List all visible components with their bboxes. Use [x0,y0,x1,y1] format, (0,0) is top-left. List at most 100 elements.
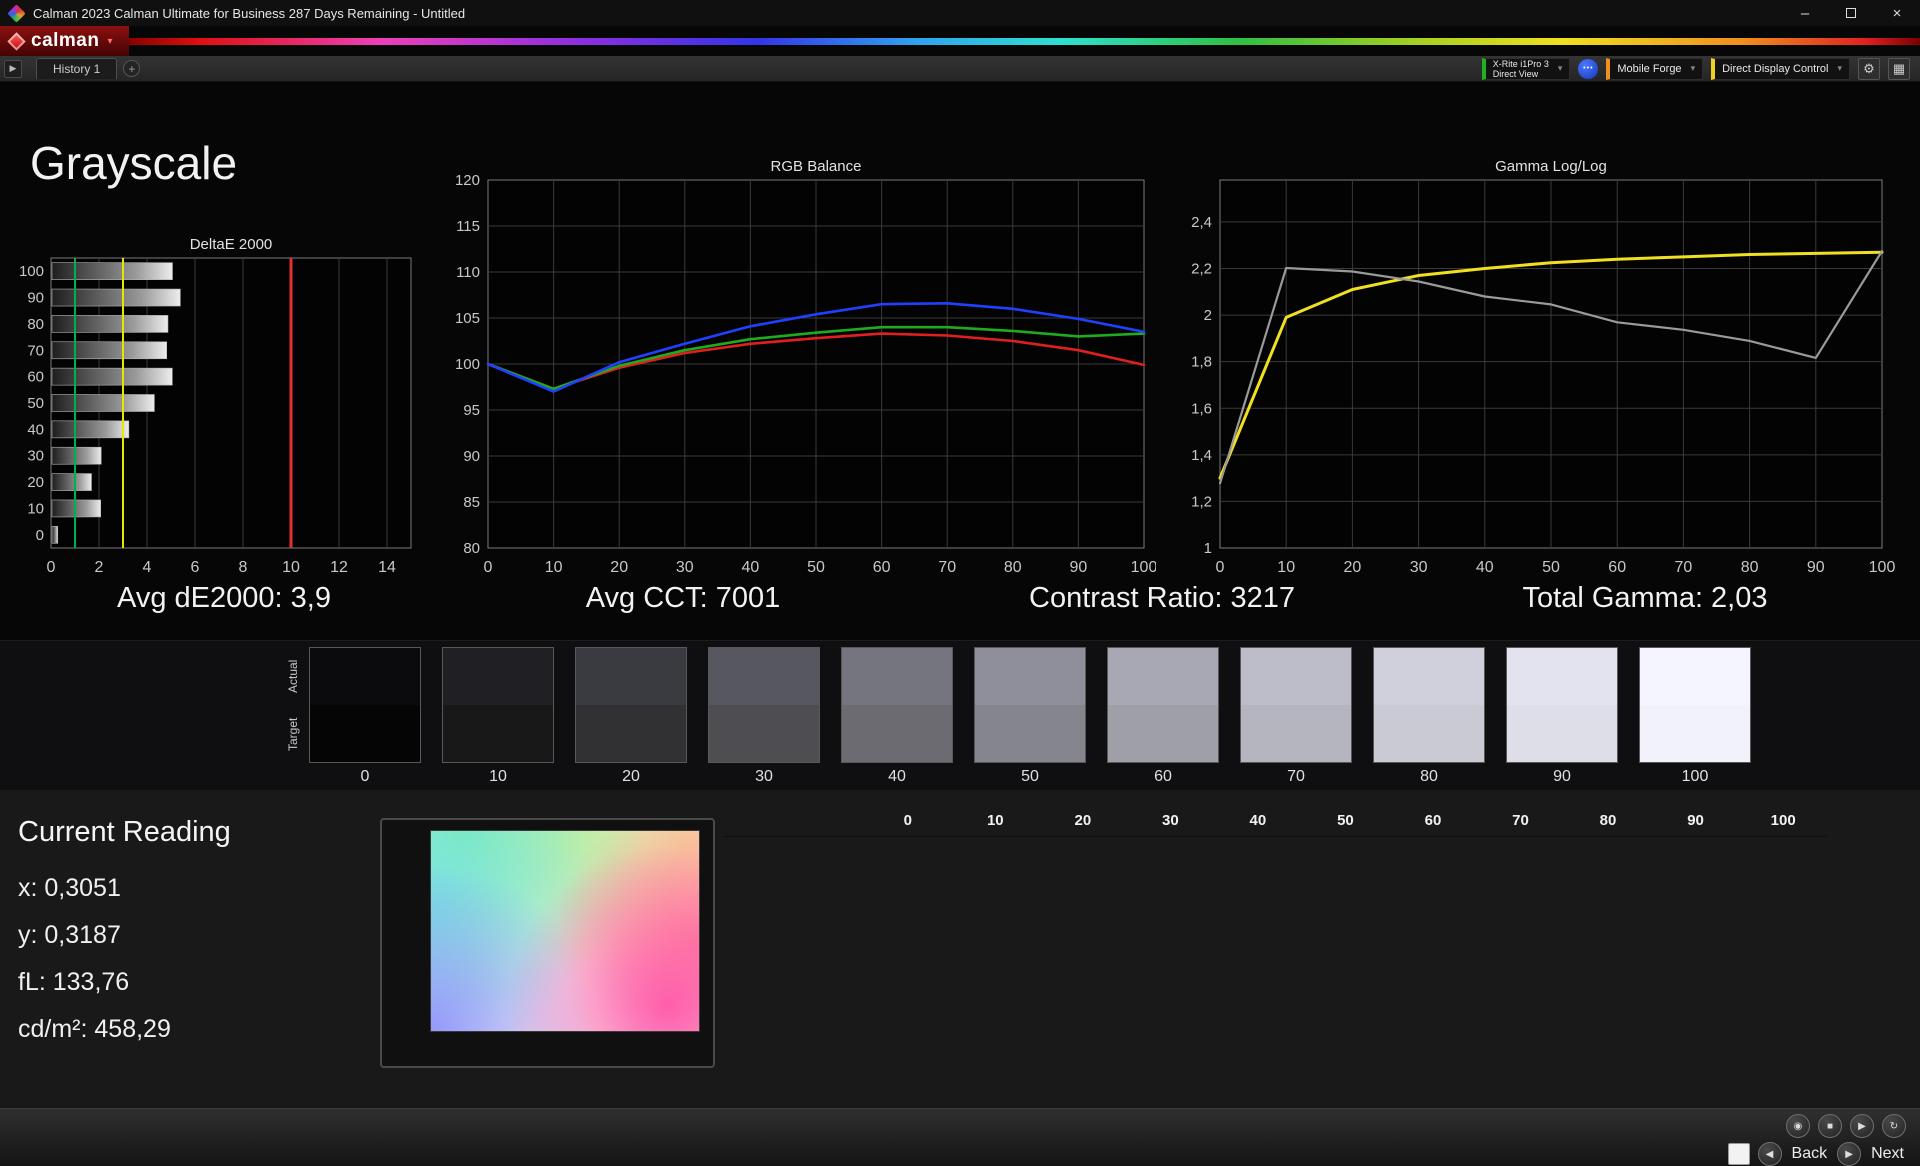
svg-text:100: 100 [1131,559,1156,576]
meter-name: X-Rite i1Pro 3 [1492,58,1549,69]
svg-text:90: 90 [463,448,480,465]
swatch-box [974,647,1086,763]
swatch-target [1507,705,1617,762]
swatch-label: 90 [1553,768,1571,785]
stop-button[interactable]: ■ [1818,1114,1842,1138]
current-reading-title: Current Reading [18,816,231,848]
grayscale-swatch: 30 [708,647,820,786]
grayscale-swatch: 60 [1107,647,1219,786]
calman-logo-menu[interactable]: calman ▾ [0,26,129,56]
swatch-label: 0 [360,768,370,785]
svg-text:20: 20 [610,559,628,576]
swatch-target [975,705,1085,762]
table-column-header: 80 [1564,806,1652,837]
swatch-label: 70 [1287,768,1305,785]
swatch-label: 60 [1154,768,1172,785]
svg-text:Gamma Log/Log: Gamma Log/Log [1495,158,1607,175]
refresh-button[interactable]: ↻ [1882,1114,1906,1138]
source-label: Mobile Forge [1617,62,1682,75]
tab-history-1[interactable]: History 1 [36,58,118,79]
settings-button[interactable]: ⚙ [1858,57,1880,80]
swatch-actual [975,648,1085,705]
swatch-actual [1108,648,1218,705]
brand-name: calman [31,30,100,51]
meter-dropdown[interactable]: X-Rite i1Pro 3 Direct View ▾ [1481,57,1571,80]
swatch-actual [310,648,420,705]
svg-text:0: 0 [36,527,44,544]
svg-text:60: 60 [1608,559,1626,576]
svg-text:80: 80 [1741,559,1759,576]
swatch-label: 10 [489,768,507,785]
svg-text:30: 30 [1410,559,1428,576]
svg-text:85: 85 [463,494,480,511]
svg-text:14: 14 [378,559,396,576]
display-control-label: Direct Display Control [1722,62,1829,75]
svg-text:8: 8 [239,559,248,576]
svg-text:70: 70 [27,342,44,359]
source-dropdown[interactable]: Mobile Forge ▾ [1606,57,1704,80]
grayscale-swatch: 40 [841,647,953,786]
stat-avg-de2000: Avg dE2000: 3,9 [117,582,331,614]
swatch-actual [709,648,819,705]
grid-icon: ▦ [1892,60,1906,76]
deltae-2000-chart: DeltaE 2000 0 2 4 6 8 10 12 14 100 90 80 70 60 50 40 30 2… [8,236,428,586]
workspace-button[interactable]: ▦ [1888,57,1910,80]
swatch-target [709,705,819,762]
svg-text:90: 90 [1070,559,1088,576]
minimize-button[interactable]: – [1782,0,1828,26]
swatch-box [1107,647,1219,763]
svg-text:DeltaE 2000: DeltaE 2000 [190,236,273,253]
swatch-target [1374,705,1484,762]
back-icon: ◀ [1765,1148,1774,1160]
next-icon: ▶ [1845,1148,1853,1160]
svg-text:50: 50 [807,559,825,576]
svg-text:90: 90 [1807,559,1825,576]
toolbar-right: X-Rite i1Pro 3 Direct View ▾ ••• Mobile … [1481,57,1920,80]
swatch-target [576,705,686,762]
swatch-actual [576,648,686,705]
stop-icon: ■ [1826,1120,1834,1132]
svg-text:10: 10 [282,559,300,576]
swatch-label: 80 [1420,768,1438,785]
refresh-icon: ↻ [1889,1120,1899,1132]
back-button[interactable]: ◀ [1757,1142,1782,1166]
record-button[interactable]: ◉ [1786,1114,1810,1138]
meter-options-icon[interactable]: ••• [1578,58,1599,79]
svg-text:95: 95 [463,402,480,419]
table-column-header: 40 [1214,806,1302,837]
next-button[interactable]: ▶ [1837,1142,1862,1166]
add-tab-button[interactable]: + [123,60,141,77]
svg-text:1,4: 1,4 [1191,447,1212,464]
next-label[interactable]: Next [1871,1145,1904,1163]
swatch-actual [443,648,553,705]
grayscale-swatch: 0 [309,647,421,786]
svg-text:0: 0 [1216,559,1225,576]
chevron-down-icon: ▾ [1837,63,1842,73]
svg-text:80: 80 [463,540,480,557]
close-button[interactable]: × [1874,0,1920,26]
bottom-bar: ◉ ■ ▶ ↻ ◀ Back ▶ Next [0,1108,1920,1166]
svg-text:1,2: 1,2 [1191,493,1212,510]
svg-text:1,8: 1,8 [1191,354,1212,371]
svg-text:2: 2 [1204,307,1212,324]
run-button[interactable]: ▶ [4,59,22,78]
svg-text:100: 100 [19,263,44,280]
maximize-icon [1846,8,1856,18]
play-button[interactable]: ▶ [1850,1114,1874,1138]
pattern-window-button[interactable] [1727,1143,1750,1165]
swatch-box [309,647,421,763]
svg-text:30: 30 [27,448,44,465]
cie-plot [430,830,700,1032]
display-control-dropdown[interactable]: Direct Display Control ▾ [1711,57,1850,80]
chevron-down-icon: ▾ [1557,63,1563,73]
svg-text:100: 100 [455,356,480,373]
svg-text:20: 20 [27,474,44,491]
maximize-button[interactable] [1828,0,1874,26]
swatch-box [1373,647,1485,763]
swatch-target [1108,705,1218,762]
back-label[interactable]: Back [1792,1145,1828,1163]
svg-text:2,4: 2,4 [1191,214,1212,231]
svg-text:2,2: 2,2 [1191,261,1212,278]
table-column-header: 70 [1476,806,1565,837]
cie-chart-panel [380,818,715,1068]
